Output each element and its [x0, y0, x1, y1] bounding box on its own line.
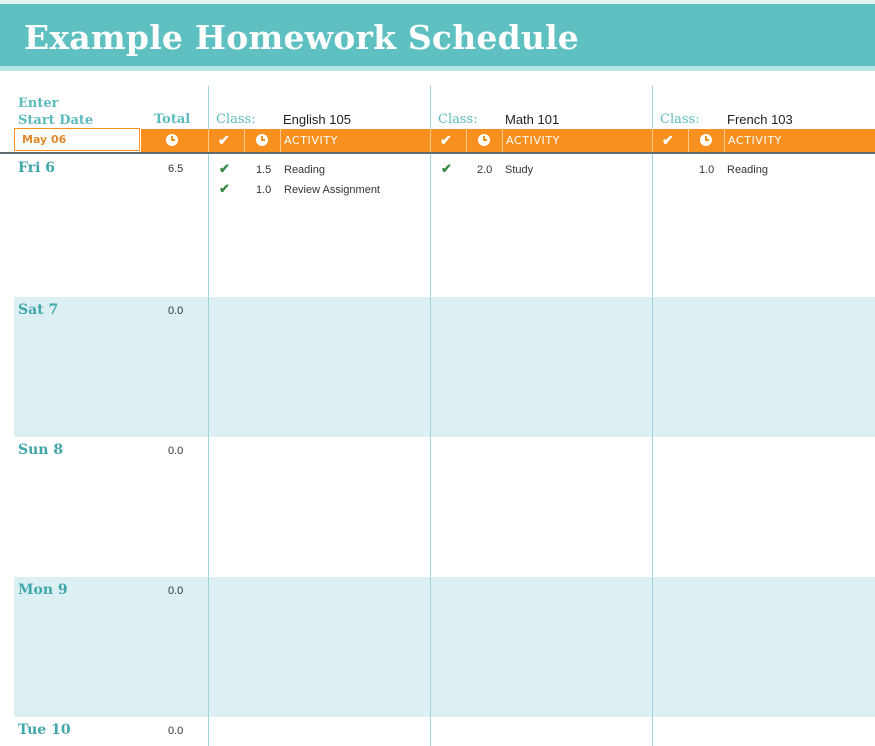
day-row-sun: Sun 8 0.0	[14, 437, 875, 577]
entry-activity[interactable]: Reading	[727, 164, 768, 176]
check-icon: ✔	[440, 132, 452, 148]
header-separator	[502, 129, 503, 152]
start-date-value: May 06	[22, 133, 67, 146]
entry-activity[interactable]: Review Assignment	[284, 184, 380, 196]
header-separator	[208, 129, 209, 152]
column-divider	[430, 86, 431, 746]
check-icon: ✔	[218, 132, 230, 148]
header-divider	[0, 152, 875, 154]
clock-icon	[478, 134, 490, 146]
entry-activity[interactable]: Study	[505, 164, 533, 176]
header-separator	[466, 129, 467, 152]
class-label-english: Class:	[216, 112, 256, 127]
start-date-label: Enter Start Date	[18, 95, 93, 129]
page-title: Example Homework Schedule	[24, 18, 579, 57]
day-row-tue: Tue 10 0.0	[14, 717, 875, 746]
class-label-math: Class:	[438, 112, 478, 127]
entry-hours[interactable]: 2.0	[477, 164, 492, 176]
activity-header: ACTIVITY	[728, 134, 782, 147]
entry-activity[interactable]: Reading	[284, 164, 325, 176]
header-separator	[244, 129, 245, 152]
class-name-math[interactable]: Math 101	[505, 112, 559, 127]
day-total: 0.0	[168, 305, 184, 317]
start-date-label-line1: Enter	[18, 96, 59, 111]
day-label: Fri 6	[18, 160, 56, 176]
entry-hours[interactable]: 1.0	[699, 164, 714, 176]
day-label: Mon 9	[18, 582, 68, 598]
activity-header: ACTIVITY	[284, 134, 338, 147]
day-total: 6.5	[168, 163, 184, 175]
header-separator	[430, 129, 431, 152]
total-header: Total	[154, 112, 191, 127]
start-date-input[interactable]: May 06	[14, 128, 140, 151]
header-separator	[652, 129, 653, 152]
done-check-icon[interactable]: ✔	[219, 181, 230, 197]
column-divider	[208, 86, 209, 746]
day-row-mon: Mon 9 0.0	[14, 577, 875, 717]
clock-icon	[166, 134, 178, 146]
header-separator	[280, 129, 281, 152]
clock-icon	[700, 134, 712, 146]
day-row-sat: Sat 7 0.0	[14, 297, 875, 437]
day-total: 0.0	[168, 445, 184, 457]
header-separator	[688, 129, 689, 152]
day-label: Sun 8	[18, 442, 64, 458]
day-total: 0.0	[168, 725, 184, 737]
class-label-french: Class:	[660, 112, 700, 127]
done-check-icon[interactable]: ✔	[219, 161, 230, 177]
check-icon: ✔	[662, 132, 674, 148]
clock-icon	[256, 134, 268, 146]
day-label: Sat 7	[18, 302, 59, 318]
day-total: 0.0	[168, 585, 184, 597]
day-label: Tue 10	[18, 722, 71, 738]
entry-hours[interactable]: 1.0	[256, 184, 271, 196]
start-date-label-line2: Start Date	[18, 113, 94, 128]
title-bar: Example Homework Schedule	[0, 4, 875, 66]
column-divider	[652, 86, 653, 746]
class-name-french[interactable]: French 103	[727, 112, 793, 127]
activity-header: ACTIVITY	[506, 134, 560, 147]
header-separator	[724, 129, 725, 152]
class-name-english[interactable]: English 105	[283, 112, 351, 127]
done-check-icon[interactable]: ✔	[441, 161, 452, 177]
title-underline	[0, 66, 875, 71]
entry-hours[interactable]: 1.5	[256, 164, 271, 176]
